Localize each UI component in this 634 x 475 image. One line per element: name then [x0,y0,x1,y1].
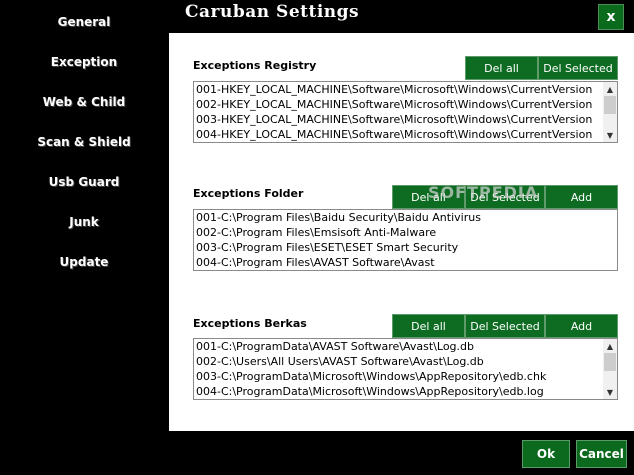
nav-item-scan-shield[interactable]: Scan & Shield [0,135,168,149]
list-item[interactable]: 004-C:\ProgramData\Microsoft\Windows\App… [194,384,617,399]
folder-add-button[interactable]: Add [545,185,618,209]
registry-list[interactable]: 001-HKEY_LOCAL_MACHINE\Software\Microsof… [193,81,618,143]
list-item[interactable]: 004-C:\Program Files\AVAST Software\Avas… [194,255,617,270]
list-item[interactable]: 002-C:\Program Files\Emsisoft Anti-Malwa… [194,225,617,240]
scroll-down-icon[interactable]: ▼ [603,385,617,399]
registry-del-selected-button[interactable]: Del Selected [538,56,618,80]
list-item[interactable]: 003-HKEY_LOCAL_MACHINE\Software\Microsof… [194,112,617,127]
cancel-button[interactable]: Cancel [576,440,627,468]
scroll-thumb[interactable] [604,96,616,114]
list-item[interactable]: 002-C:\Users\All Users\AVAST Software\Av… [194,354,617,369]
list-item[interactable]: 001-C:\Program Files\Baidu Security\Baid… [194,210,617,225]
nav-item-update[interactable]: Update [0,255,168,269]
list-item[interactable]: 001-HKEY_LOCAL_MACHINE\Software\Microsof… [194,82,617,97]
ok-button[interactable]: Ok [522,440,570,468]
scroll-down-icon[interactable]: ▼ [603,128,617,142]
list-item[interactable]: 002-HKEY_LOCAL_MACHINE\Software\Microsof… [194,97,617,112]
folder-del-all-button[interactable]: Del all [392,185,465,209]
settings-panel: Exceptions Registry Del all Del Selected… [169,33,634,431]
nav-item-junk[interactable]: Junk [0,215,168,229]
files-section-label: Exceptions Berkas [193,317,307,330]
files-del-selected-button[interactable]: Del Selected [465,314,545,338]
close-button[interactable]: x [598,4,624,30]
registry-scrollbar[interactable]: ▲ ▼ [603,82,617,142]
list-item[interactable]: 003-C:\ProgramData\Microsoft\Windows\App… [194,369,617,384]
files-scrollbar[interactable]: ▲ ▼ [603,339,617,399]
nav-item-exception[interactable]: Exception [0,55,168,69]
files-del-all-button[interactable]: Del all [392,314,465,338]
scroll-up-icon[interactable]: ▲ [603,82,617,96]
scroll-thumb[interactable] [604,353,616,371]
list-item[interactable]: 001-C:\ProgramData\AVAST Software\Avast\… [194,339,617,354]
folder-section-label: Exceptions Folder [193,187,304,200]
registry-section-label: Exceptions Registry [193,59,317,72]
folder-list[interactable]: 001-C:\Program Files\Baidu Security\Baid… [193,209,618,271]
folder-del-selected-button[interactable]: Del Selected [465,185,545,209]
window-title: Caruban Settings [185,2,360,22]
registry-del-all-button[interactable]: Del all [465,56,538,80]
nav-item-web-child[interactable]: Web & Child [0,95,168,109]
nav-item-usb-guard[interactable]: Usb Guard [0,175,168,189]
list-item[interactable]: 004-HKEY_LOCAL_MACHINE\Software\Microsof… [194,127,617,142]
files-add-button[interactable]: Add [545,314,618,338]
list-item[interactable]: 003-C:\Program Files\ESET\ESET Smart Sec… [194,240,617,255]
nav-item-general[interactable]: General [0,15,168,29]
files-list[interactable]: 001-C:\ProgramData\AVAST Software\Avast\… [193,338,618,400]
scroll-up-icon[interactable]: ▲ [603,339,617,353]
